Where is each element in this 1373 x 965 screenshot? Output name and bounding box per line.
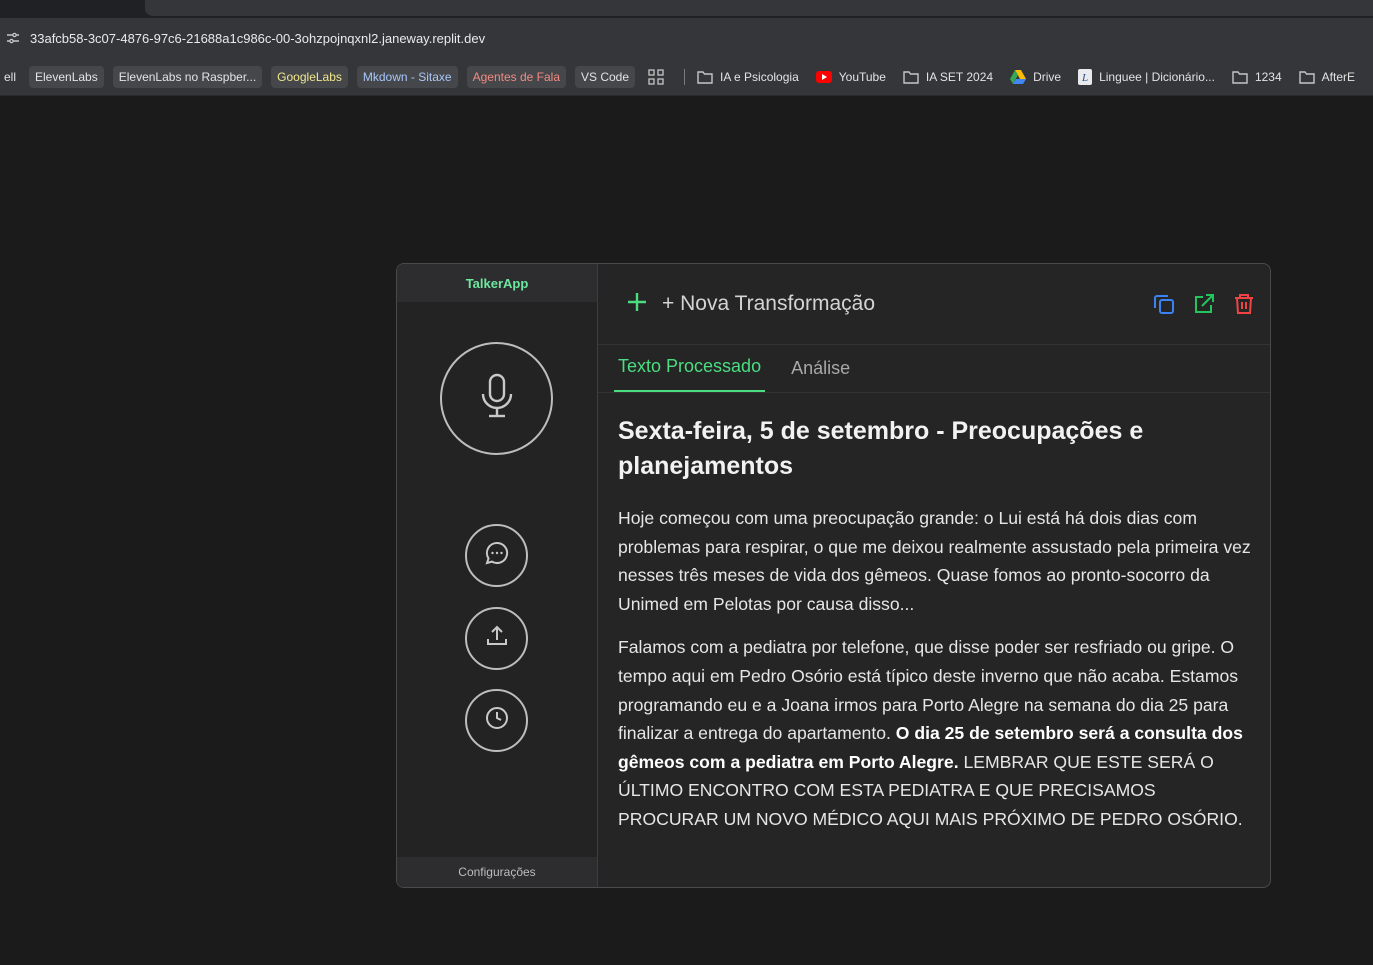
bookmark-aftere[interactable]: AfterE (1295, 66, 1359, 88)
trash-icon[interactable] (1232, 292, 1256, 321)
bookmark-vs-code[interactable]: VS Code (575, 65, 636, 88)
bookmark-elevenlabs[interactable]: ElevenLabs (29, 65, 104, 88)
tab-processed-text[interactable]: Texto Processado (614, 356, 766, 392)
bookmark-googlelabs[interactable]: GoogleLabs (271, 65, 348, 88)
open-external-icon[interactable] (1192, 292, 1216, 321)
document-content: Sexta-feira, 5 de setembro - Preocupaçõe… (598, 393, 1270, 834)
chat-button[interactable] (465, 524, 528, 587)
youtube-icon (815, 70, 839, 83)
bookmark-label: ell (4, 69, 17, 84)
folder-icon (903, 70, 926, 84)
bookmark-label: 1234 (1254, 69, 1282, 84)
bookmark-label: IA SET 2024 (925, 69, 994, 84)
apps-grid-icon (648, 68, 671, 85)
browser-tab-strip (0, 0, 1373, 18)
bookmark-label: AfterE (1321, 69, 1356, 84)
bookmark-elevenlabs-no-raspber[interactable]: ElevenLabs no Raspber... (112, 65, 263, 88)
toolbar-actions (1152, 292, 1256, 321)
bookmark-label: ElevenLabs (35, 69, 98, 84)
bookmark-label: Drive (1033, 69, 1062, 84)
bookmark-label: Agentes de Fala (472, 69, 560, 84)
document-paragraph-1: Hoje começou com uma preocupação grande:… (618, 508, 1251, 614)
bookmark-label: Linguee | Dicionário... (1099, 69, 1215, 84)
svg-text:L: L (1081, 72, 1088, 84)
bookmark-linguee-dicion-rio[interactable]: L Linguee | Dicionário... (1074, 66, 1219, 88)
bookmarks-bar: ell ElevenLabs ElevenLabs no Raspber... Goo… (0, 58, 1373, 96)
linguee-icon: L (1078, 68, 1099, 85)
bookmark-ia-set-2024[interactable]: IA SET 2024 (899, 66, 997, 88)
chat-bubble-icon (484, 540, 510, 571)
url-text[interactable]: 33afcb58-3c07-4876-97c6-21688a1c986c-00-… (30, 31, 485, 46)
folder-icon (697, 70, 720, 84)
sidebar: TalkerApp Configurações (397, 264, 598, 887)
new-transformation-label: + Nova Transformação (662, 292, 876, 315)
site-info-icon[interactable] (2, 28, 24, 48)
toolbar: + Nova Transformação (598, 264, 1270, 345)
settings-button[interactable]: Configurações (397, 857, 597, 887)
upload-icon (484, 623, 510, 654)
bookmark-label: IA e Psicologia (720, 69, 799, 84)
bookmark-apps-grid-icon[interactable] (644, 66, 675, 88)
bookmark-agentes-de-fala[interactable]: Agentes de Fala (466, 65, 566, 88)
bookmark-ell[interactable]: ell (0, 66, 20, 88)
address-bar[interactable]: 33afcb58-3c07-4876-97c6-21688a1c986c-00-… (0, 18, 1373, 58)
history-button[interactable] (465, 689, 528, 752)
tab-bar: Texto Processado Análise (598, 345, 1270, 393)
bookmark-label: VS Code (581, 69, 630, 84)
talker-app-window: TalkerApp Configurações + Nova Transform… (396, 263, 1271, 888)
bookmark-youtube[interactable]: YouTube (812, 66, 890, 88)
browser-active-tab[interactable] (145, 0, 1373, 16)
bookmark-label: GoogleLabs (277, 69, 342, 84)
bookmark-label: YouTube (838, 69, 886, 84)
bookmark-label: Mkdown - Sitaxe (362, 69, 452, 84)
upload-button[interactable] (465, 607, 528, 670)
main-panel: + Nova Transformação Texto Processado An… (598, 264, 1270, 887)
copy-icon[interactable] (1152, 292, 1176, 321)
bookmark-drive[interactable]: Drive (1006, 66, 1065, 88)
bookmark-ia-e-psicologia[interactable]: IA e Psicologia (693, 66, 803, 88)
folder-icon (1298, 70, 1322, 84)
plus-icon (626, 291, 648, 318)
document-paragraph-2: Falamos com a pediatra por telefone, que… (618, 633, 1252, 833)
bookmark-1234[interactable]: 1234 (1228, 66, 1286, 88)
bookmark-label: ElevenLabs no Raspber... (118, 69, 257, 84)
microphone-icon (477, 372, 517, 425)
document-title: Sexta-feira, 5 de setembro - Preocupaçõe… (618, 417, 1144, 480)
clock-icon (484, 705, 510, 736)
bookmark-mkdown-sitaxe[interactable]: Mkdown - Sitaxe (356, 65, 458, 88)
folder-icon (1232, 70, 1255, 84)
tab-analysis[interactable]: Análise (787, 358, 854, 392)
record-button[interactable] (440, 342, 553, 455)
drive-icon (1010, 69, 1033, 84)
bookmarks-separator (684, 68, 686, 85)
app-brand: TalkerApp (397, 264, 597, 302)
new-transformation-button[interactable]: + Nova Transformação (626, 291, 875, 318)
